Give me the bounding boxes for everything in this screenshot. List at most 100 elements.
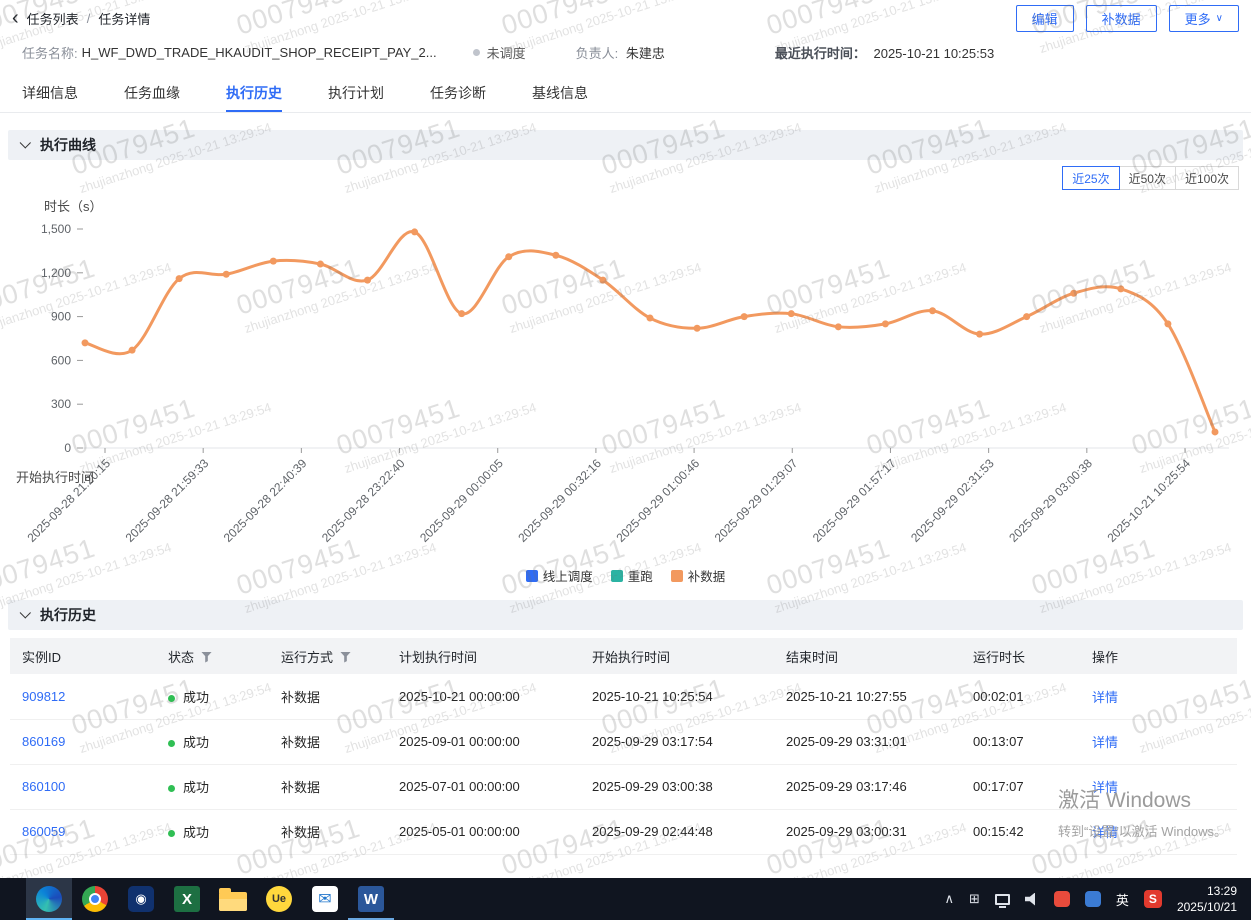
taskbar-app-word[interactable]: W bbox=[348, 878, 394, 920]
legend-item-补数据[interactable]: 补数据 bbox=[671, 566, 726, 585]
instance-id-link[interactable]: 909812 bbox=[22, 689, 65, 704]
detail-link[interactable]: 详情 bbox=[1092, 690, 1118, 705]
watermark-id: 00079451 bbox=[68, 370, 269, 462]
breadcrumb-separator: / bbox=[87, 11, 91, 26]
schedule-status: 未调度 bbox=[473, 43, 526, 62]
svg-text:600: 600 bbox=[51, 353, 71, 367]
grid-icon[interactable]: ⊞ bbox=[969, 891, 980, 907]
history-table: 实例ID状态运行方式计划执行时间开始执行时间结束时间运行时长操作 909812成… bbox=[10, 638, 1237, 855]
watermark-user: zhujianzhong 2025-10-21 13:29:54 bbox=[772, 260, 968, 336]
sogou-input-icon[interactable]: S bbox=[1144, 890, 1162, 908]
column-header-实例ID: 实例ID bbox=[10, 638, 156, 674]
taskbar-app-edge[interactable] bbox=[26, 878, 72, 920]
watermark: 00079451zhujianzhong 2025-10-21 13:29:54 bbox=[863, 370, 1068, 476]
back-button[interactable]: ‹ bbox=[12, 8, 19, 28]
owner-label: 负责人: bbox=[576, 46, 619, 61]
legend-label: 补数据 bbox=[688, 566, 726, 585]
clock-time: 13:29 bbox=[1177, 883, 1237, 899]
word-icon: W bbox=[358, 886, 384, 912]
tab-执行历史[interactable]: 执行历史 bbox=[226, 76, 282, 112]
svg-text:2025-09-28 21:20:15: 2025-09-28 21:20:15 bbox=[24, 456, 113, 545]
edit-button[interactable]: 编辑 bbox=[1016, 5, 1074, 32]
taskbar-app-ue[interactable]: Ue bbox=[256, 878, 302, 920]
collapse-chevron-icon bbox=[20, 137, 31, 148]
taskbar-app-app[interactable]: ◉ bbox=[118, 878, 164, 920]
network-icon[interactable] bbox=[995, 894, 1010, 905]
instance-id-link[interactable]: 860169 bbox=[22, 734, 65, 749]
svg-text:2025-09-29 01:29:07: 2025-09-29 01:29:07 bbox=[712, 456, 801, 545]
instance-id-cell: 860100 bbox=[10, 764, 156, 809]
watermark-id: 00079451 bbox=[863, 370, 1064, 462]
svg-text:2025-09-28 21:59:33: 2025-09-28 21:59:33 bbox=[123, 456, 212, 545]
range-button-近100次[interactable]: 近100次 bbox=[1175, 166, 1239, 190]
instance-id-cell: 860169 bbox=[10, 719, 156, 764]
svg-text:2025-09-29 01:57:17: 2025-09-29 01:57:17 bbox=[810, 456, 899, 545]
range-button-近50次[interactable]: 近50次 bbox=[1119, 166, 1176, 190]
watermark-id: 00079451 bbox=[233, 510, 434, 602]
tray-app-red-icon[interactable] bbox=[1054, 891, 1070, 907]
watermark-user: zhujianzhong 2025-10-21 13:29:54 bbox=[872, 400, 1068, 476]
end-time-cell: 2025-10-21 10:27:55 bbox=[774, 674, 961, 719]
tab-任务诊断[interactable]: 任务诊断 bbox=[430, 76, 486, 112]
table-row: 860169成功补数据2025-09-01 00:00:002025-09-29… bbox=[10, 719, 1237, 764]
hidden-icons-chevron-icon[interactable]: ∧ bbox=[945, 891, 955, 907]
detail-link[interactable]: 详情 bbox=[1092, 780, 1118, 795]
watermark: 00079451zhujianzhong 2025-10-21 13:29:54 bbox=[233, 230, 438, 336]
watermark: 00079451zhujianzhong 2025-10-21 13:29:54 bbox=[0, 230, 173, 336]
svg-text:2025-09-28 22:40:39: 2025-09-28 22:40:39 bbox=[221, 456, 310, 545]
tab-任务血缘[interactable]: 任务血缘 bbox=[124, 76, 180, 112]
taskbar-app-excel[interactable]: X bbox=[164, 878, 210, 920]
legend-item-线上调度[interactable]: 线上调度 bbox=[526, 566, 593, 585]
detail-link[interactable]: 详情 bbox=[1092, 825, 1118, 840]
curve-chart-svg: 03006009001,2001,5002025-09-28 21:20:152… bbox=[0, 215, 1251, 565]
more-button-label: 更多 bbox=[1185, 9, 1211, 28]
svg-text:2025-09-29 00:32:16: 2025-09-29 00:32:16 bbox=[515, 456, 604, 545]
tray-app-blue-icon[interactable] bbox=[1085, 891, 1101, 907]
tab-执行计划[interactable]: 执行计划 bbox=[328, 76, 384, 112]
status-text: 成功 bbox=[183, 825, 209, 840]
folder-icon bbox=[219, 892, 247, 911]
taskbar-app-folder[interactable] bbox=[210, 878, 256, 920]
tab-基线信息[interactable]: 基线信息 bbox=[532, 76, 588, 112]
watermark-user: zhujianzhong 2025-10-21 13:29:54 bbox=[242, 260, 438, 336]
action-cell: 详情 bbox=[1080, 764, 1237, 809]
filter-icon[interactable] bbox=[201, 652, 212, 663]
app-icon: ◉ bbox=[128, 886, 154, 912]
instance-id-link[interactable]: 860100 bbox=[22, 779, 65, 794]
svg-text:开始执行时间: 开始执行时间 bbox=[16, 470, 94, 485]
run-mode-cell: 补数据 bbox=[269, 674, 387, 719]
top-bar: ‹ 任务列表 / 任务详情 编辑 补数据 更多∨ bbox=[0, 0, 1251, 36]
curve-section-title: 执行曲线 bbox=[40, 135, 96, 155]
taskbar-app-chrome[interactable] bbox=[72, 878, 118, 920]
backfill-button[interactable]: 补数据 bbox=[1086, 5, 1157, 32]
collapse-chevron-icon bbox=[20, 607, 31, 618]
action-cell: 详情 bbox=[1080, 719, 1237, 764]
input-language-indicator[interactable]: 英 bbox=[1116, 890, 1129, 909]
column-header-操作: 操作 bbox=[1080, 638, 1237, 674]
instance-id-link[interactable]: 860059 bbox=[22, 824, 65, 839]
range-button-近25次[interactable]: 近25次 bbox=[1062, 166, 1119, 190]
watermark-id: 00079451 bbox=[1128, 370, 1251, 462]
breadcrumb-task-list[interactable]: 任务列表 bbox=[27, 9, 79, 28]
legend-item-重跑[interactable]: 重跑 bbox=[611, 566, 653, 585]
taskbar-app-mail[interactable]: ✉ bbox=[302, 878, 348, 920]
tabs: 详细信息 任务血缘 执行历史 执行计划 任务诊断 基线信息 bbox=[0, 76, 1251, 113]
end-time-cell: 2025-09-29 03:17:46 bbox=[774, 764, 961, 809]
volume-icon[interactable] bbox=[1025, 893, 1039, 906]
curve-section-header[interactable]: 执行曲线 bbox=[8, 130, 1243, 160]
history-section-header[interactable]: 执行历史 bbox=[8, 600, 1243, 630]
taskbar-clock[interactable]: 13:29 2025/10/21 bbox=[1177, 883, 1237, 915]
task-info-row: 任务名称: H_WF_DWD_TRADE_HKAUDIT_SHOP_RECEIP… bbox=[22, 42, 1241, 62]
detail-link[interactable]: 详情 bbox=[1092, 735, 1118, 750]
svg-text:2025-09-29 01:00:46: 2025-09-29 01:00:46 bbox=[614, 456, 703, 545]
status-cell: 成功 bbox=[156, 719, 269, 764]
svg-text:2025-09-28 23:22:40: 2025-09-28 23:22:40 bbox=[319, 456, 408, 545]
tab-详细信息[interactable]: 详细信息 bbox=[22, 76, 78, 112]
watermark-user: zhujianzhong 2025-10-21 13:29:54 bbox=[607, 400, 803, 476]
watermark: 00079451zhujianzhong 2025-10-21 13:29:54 bbox=[498, 230, 703, 336]
filter-icon[interactable] bbox=[340, 652, 351, 663]
plan-time-cell: 2025-09-01 00:00:00 bbox=[387, 719, 580, 764]
svg-text:2025-09-29 03:00:38: 2025-09-29 03:00:38 bbox=[1006, 456, 1095, 545]
more-button[interactable]: 更多∨ bbox=[1169, 5, 1239, 32]
run-mode-cell: 补数据 bbox=[269, 764, 387, 809]
